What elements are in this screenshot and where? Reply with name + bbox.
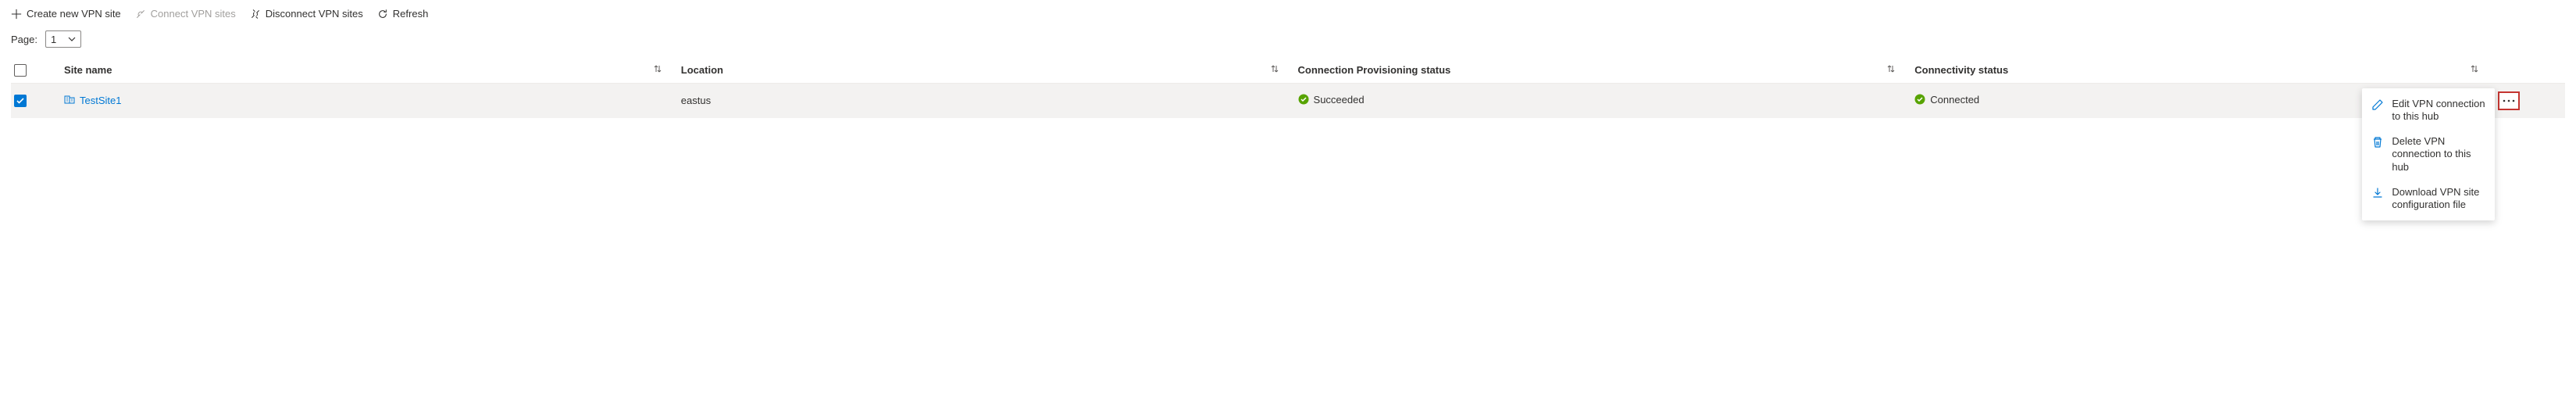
refresh-button[interactable]: Refresh [377,8,429,20]
edit-icon [2371,98,2384,114]
success-icon [1914,94,1925,105]
connect-label: Connect VPN sites [151,8,236,20]
site-name-link[interactable]: TestSite1 [64,94,121,107]
chevron-down-icon [68,34,76,45]
command-bar: Create new VPN site Connect VPN sites Di… [11,6,2565,27]
create-vpn-site-button[interactable]: Create new VPN site [11,8,121,20]
delete-vpn-connection-item[interactable]: Delete VPN connection to this hub [2362,129,2495,180]
sort-icon[interactable] [1886,64,1896,76]
plus-icon [11,9,22,20]
col-site-name-header[interactable]: Site name [64,64,112,76]
page-select[interactable]: 1 [45,30,81,48]
page-current: 1 [51,34,56,45]
edit-vpn-connection-item[interactable]: Edit VPN connection to this hub [2362,91,2495,130]
row-checkbox[interactable] [14,95,27,107]
provisioning-status-text: Succeeded [1314,94,1365,106]
table-row[interactable]: TestSite1 eastus Succeeded Connected [11,83,2565,118]
success-icon [1298,94,1309,105]
delete-icon [2371,136,2384,152]
page-label: Page: [11,34,37,45]
vpn-sites-table: Site name Location Connection Provisioni… [11,57,2565,118]
col-connectivity-header[interactable]: Connectivity status [1914,64,2008,76]
location-text: eastus [681,95,711,106]
col-provisioning-header[interactable]: Connection Provisioning status [1298,64,1451,76]
download-icon [2371,187,2384,202]
sort-icon[interactable] [2470,64,2479,76]
edit-label: Edit VPN connection to this hub [2392,98,2485,124]
sort-icon[interactable] [653,64,662,76]
site-icon [64,94,75,107]
sort-icon[interactable] [1270,64,1279,76]
connect-vpn-sites-button[interactable]: Connect VPN sites [135,8,236,20]
refresh-label: Refresh [393,8,429,20]
disconnect-icon [250,9,261,20]
table-header-row: Site name Location Connection Provisioni… [11,57,2565,83]
connect-icon [135,9,146,20]
create-label: Create new VPN site [27,8,121,20]
select-all-checkbox[interactable] [14,64,27,77]
row-context-menu: Edit VPN connection to this hub Delete V… [2362,88,2495,221]
refresh-icon [377,9,388,20]
download-config-item[interactable]: Download VPN site configuration file [2362,180,2495,218]
download-label: Download VPN site configuration file [2392,186,2485,212]
disconnect-vpn-sites-button[interactable]: Disconnect VPN sites [250,8,363,20]
col-location-header[interactable]: Location [681,64,723,76]
row-more-actions-button[interactable] [2498,91,2520,110]
delete-label: Delete VPN connection to this hub [2392,135,2485,174]
disconnect-label: Disconnect VPN sites [266,8,363,20]
site-name-text: TestSite1 [80,95,121,106]
connectivity-status-text: Connected [1930,94,1979,106]
pager: Page: 1 [11,27,2565,57]
